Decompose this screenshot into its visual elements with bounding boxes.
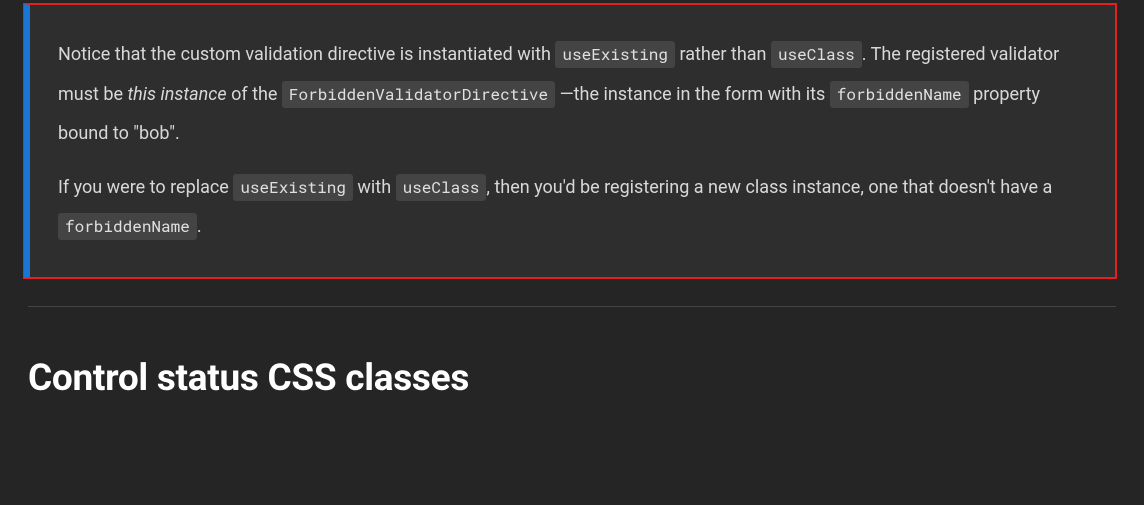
text: rather than: [675, 44, 771, 65]
note-callout: Notice that the custom validation direct…: [24, 4, 1116, 278]
text: Notice that the custom validation direct…: [58, 44, 555, 65]
emphasis-this-instance: this instance: [127, 84, 226, 105]
callout-paragraph-1: Notice that the custom validation direct…: [58, 35, 1087, 154]
code-useexisting: useExisting: [555, 41, 675, 68]
callout-paragraph-2: If you were to replace useExisting with …: [58, 168, 1087, 247]
text: of the: [227, 84, 282, 105]
code-useclass: useClass: [771, 41, 862, 68]
section-divider: [28, 306, 1116, 307]
code-useexisting: useExisting: [233, 174, 353, 201]
code-forbiddenname: forbiddenName: [830, 81, 969, 108]
code-forbiddenvalidatordirective: ForbiddenValidatorDirective: [282, 81, 555, 108]
text: —the instance in the form with its: [555, 84, 830, 105]
section-heading: Control status CSS classes: [28, 357, 1116, 400]
code-useclass: useClass: [396, 174, 487, 201]
text: with: [353, 177, 396, 198]
text: , then you'd be registering a new class …: [486, 177, 1052, 198]
doc-content: Notice that the custom validation direct…: [4, 4, 1140, 400]
text: .: [197, 216, 202, 237]
text: If you were to replace: [58, 177, 233, 198]
code-forbiddenname: forbiddenName: [58, 213, 197, 240]
